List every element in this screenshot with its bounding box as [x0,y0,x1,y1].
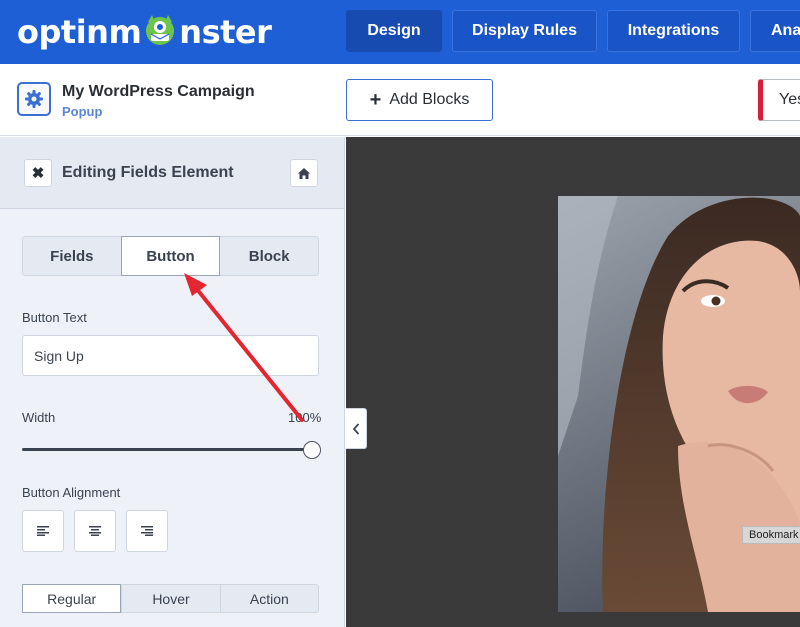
gear-icon [25,90,43,108]
popup-photo [558,196,800,612]
monster-logo-icon [142,12,178,48]
button-state-tabs: Regular Hover Action [22,584,319,613]
logo-text-start: optinm [17,13,142,51]
campaign-bar: My WordPress Campaign Popup + Add Blocks… [0,64,800,136]
optinmonster-logo[interactable]: optinm nster [17,12,272,52]
button-text-label: Button Text [22,310,87,325]
width-slider-handle[interactable] [303,441,321,459]
collapse-sidebar-button[interactable] [346,408,367,449]
tab-regular[interactable]: Regular [22,584,122,613]
yes-view-button[interactable]: Yes [758,79,800,121]
yes-view-label: Yes [779,91,800,108]
tab-action[interactable]: Action [219,585,318,612]
tab-hover[interactable]: Hover [121,585,219,612]
tab-display-rules[interactable]: Display Rules [452,10,597,52]
campaign-title: My WordPress Campaign [62,83,255,100]
button-alignment-label: Button Alignment [22,485,121,500]
plus-icon: + [369,89,382,111]
align-right-button[interactable] [126,510,168,552]
align-center-icon [89,526,101,536]
align-right-icon [141,526,153,536]
tab-design[interactable]: Design [346,10,442,52]
panel-header: ✖ Editing Fields Element [0,137,344,209]
tab-integrations[interactable]: Integrations [607,10,740,52]
tab-analytics[interactable]: Ana [750,10,800,52]
add-blocks-button[interactable]: + Add Blocks [346,79,493,121]
campaign-type: Popup [62,104,103,119]
align-center-button[interactable] [74,510,116,552]
campaign-settings-button[interactable] [17,82,51,116]
width-slider-track[interactable] [22,448,312,451]
align-left-button[interactable] [22,510,64,552]
add-blocks-label: Add Blocks [389,91,470,108]
top-navigation: optinm nster Design Display Rules Integr… [0,0,800,64]
button-text-input[interactable]: Sign Up [22,335,319,376]
element-tabs: Fields Button Block [22,236,319,276]
bookmark-label[interactable]: Bookmark [742,526,800,544]
width-label: Width [22,410,56,425]
editor-sidebar: ✖ Editing Fields Element Fields Button B… [0,137,345,627]
align-left-icon [37,526,49,536]
close-element-button[interactable]: ✖ [24,159,52,187]
tab-fields[interactable]: Fields [23,237,121,275]
home-icon [298,167,310,179]
woman-portrait-image [558,196,800,612]
logo-text-end: nster [179,13,272,51]
chevron-left-icon [352,422,360,435]
tab-block[interactable]: Block [220,237,318,275]
panel-title: Editing Fields Element [62,164,234,181]
tab-button[interactable]: Button [120,236,221,276]
width-value: 100% [288,410,322,425]
home-button[interactable] [290,159,318,187]
close-icon: ✖ [31,165,45,182]
